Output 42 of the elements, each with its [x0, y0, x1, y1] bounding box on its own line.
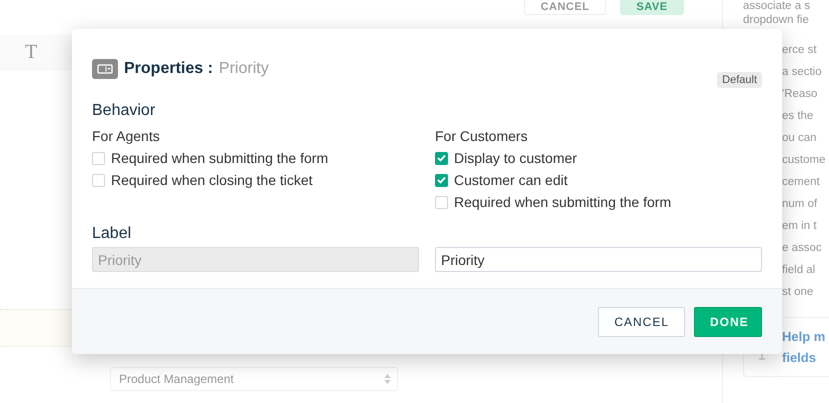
- checkbox-label: Required when submitting the form: [111, 149, 328, 168]
- label-field[interactable]: Priority: [435, 247, 762, 272]
- sort-arrows-icon: [384, 373, 391, 385]
- cancel-button[interactable]: CANCEL: [524, 0, 606, 15]
- checkbox[interactable]: [435, 152, 448, 164]
- help-text-line: custome: [782, 154, 826, 166]
- help-text-line: dropdown fie: [743, 14, 809, 26]
- column-heading: For Customers: [435, 127, 529, 146]
- help-text-line: cement: [782, 176, 820, 188]
- save-button[interactable]: SAVE: [620, 0, 684, 15]
- field-name: Priority: [218, 60, 270, 78]
- help-text-line: em in t: [782, 220, 817, 232]
- help-link[interactable]: fields: [782, 347, 826, 368]
- help-text-line: ou can: [782, 132, 817, 144]
- checkbox-label: Customer can edit: [454, 171, 568, 190]
- help-text-line: st one: [782, 286, 814, 298]
- help-text-line: associate a s: [743, 0, 810, 12]
- checkbox[interactable]: [92, 174, 105, 186]
- help-text-line: num of: [782, 198, 818, 210]
- column-heading: For Agents: [92, 127, 161, 146]
- dialog-title: Properties :: [124, 60, 213, 78]
- help-text-line: erce st: [782, 44, 817, 56]
- checkbox[interactable]: [435, 196, 448, 208]
- checkbox-label: Display to customer: [454, 149, 577, 168]
- help-text-line: 'Reaso: [782, 88, 818, 100]
- done-button[interactable]: DONE: [694, 306, 762, 336]
- checkbox[interactable]: [435, 174, 448, 186]
- checkbox-label: Required when submitting the form: [454, 193, 672, 212]
- checkbox-label: Required when closing the ticket: [111, 171, 313, 190]
- text-field-icon[interactable]: T: [25, 40, 38, 64]
- cancel-button[interactable]: CANCEL: [598, 306, 685, 336]
- help-link[interactable]: Help m: [782, 326, 826, 347]
- help-text-line: a sectio: [782, 66, 822, 78]
- help-text-line: e assoc: [782, 242, 822, 254]
- section-heading: Label: [92, 225, 132, 243]
- help-text-line: es the: [782, 110, 814, 122]
- help-text-line: field al: [782, 264, 816, 276]
- select-field[interactable]: Product Management: [110, 367, 398, 391]
- default-badge: Default: [717, 72, 762, 88]
- section-heading: Behavior: [92, 102, 156, 120]
- checkbox[interactable]: [92, 152, 105, 164]
- dropdown-field-icon: [92, 59, 118, 79]
